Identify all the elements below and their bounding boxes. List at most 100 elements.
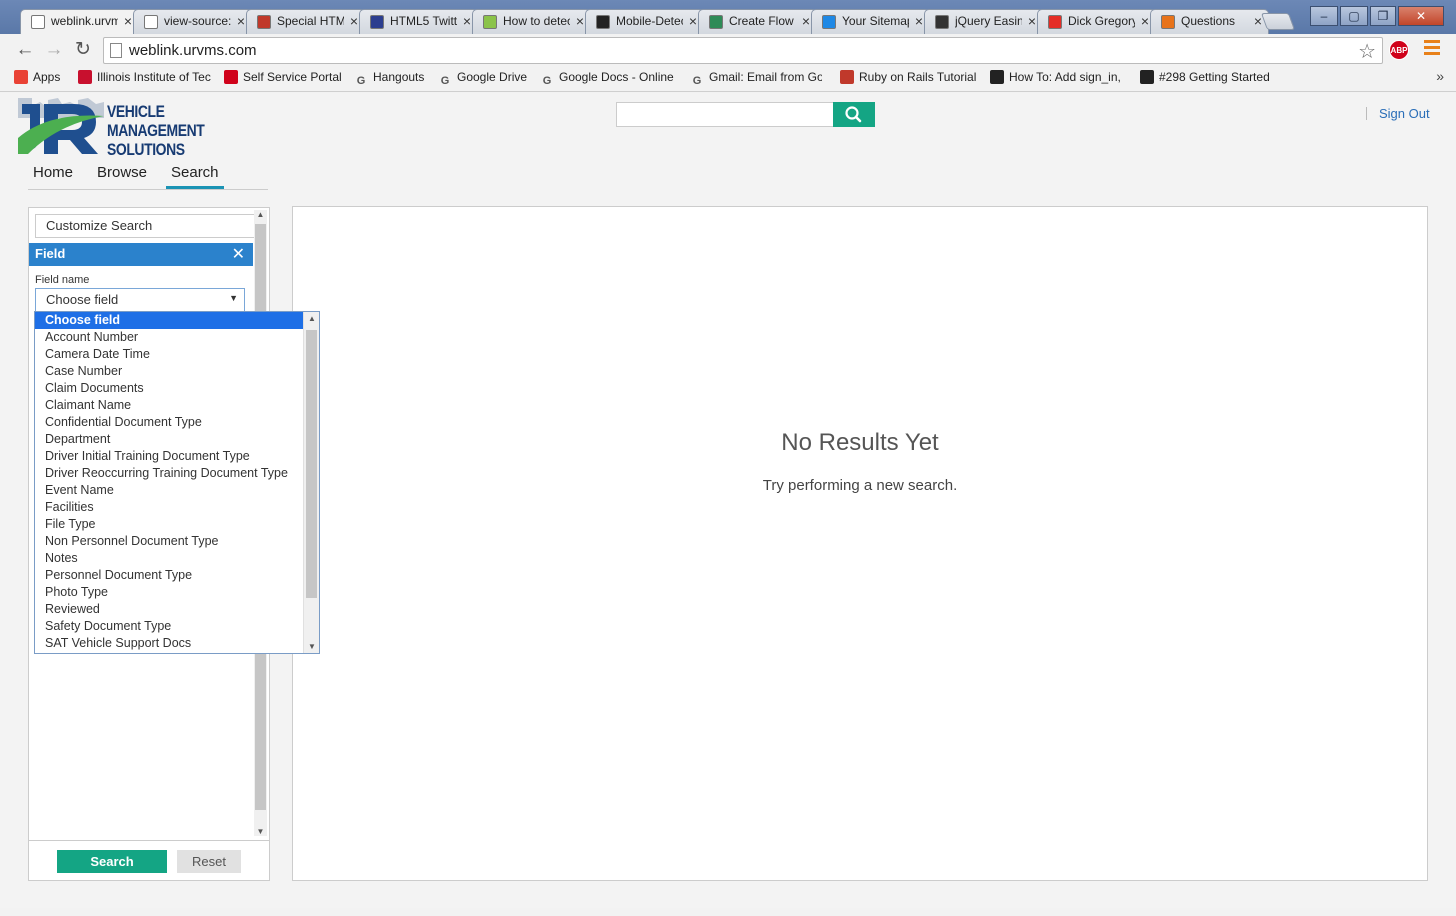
restore-button[interactable]: ❐ (1370, 6, 1396, 26)
tab-close-icon[interactable]: × (1028, 13, 1036, 29)
iit-icon (78, 70, 92, 84)
scroll-up-icon[interactable]: ▲ (254, 210, 267, 219)
tab-favicon-icon (31, 15, 45, 29)
browser-tab[interactable]: HTML5 Twitter × (359, 9, 478, 34)
logo[interactable]: VEHICLE MANAGEMENT SOLUTIONS (18, 98, 218, 159)
browser-tab[interactable]: Dick Gregory × (1037, 9, 1156, 34)
field-option[interactable]: Confidential Document Type (35, 414, 303, 431)
browser-tab[interactable]: Mobile-Detect × (585, 9, 704, 34)
tab-close-icon[interactable]: × (1254, 13, 1262, 29)
browser-tab[interactable]: view-source: × (133, 9, 252, 34)
minimize-button[interactable]: – (1310, 6, 1338, 26)
field-option[interactable]: Choose field (35, 312, 303, 329)
nav-browse[interactable]: Browse (97, 164, 147, 186)
bookmark-label: Illinois Institute of Tec (97, 70, 211, 84)
field-option[interactable]: Driver Reoccurring Training Document Typ… (35, 465, 303, 482)
github-icon (990, 70, 1004, 84)
field-option[interactable]: Personnel Document Type (35, 567, 303, 584)
tab-close-icon[interactable]: × (915, 13, 923, 29)
browser-tab[interactable]: How to detect × (472, 9, 591, 34)
field-option[interactable]: File Type (35, 516, 303, 533)
field-option[interactable]: Facilities (35, 499, 303, 516)
rails-icon (840, 70, 854, 84)
browser-tab[interactable]: Create Flow × (698, 9, 817, 34)
field-option[interactable]: Reviewed (35, 601, 303, 618)
close-icon[interactable]: ✕ (232, 244, 245, 264)
field-option[interactable]: Event Name (35, 482, 303, 499)
field-option[interactable]: Claimant Name (35, 397, 303, 414)
chevron-right-icon[interactable]: » (1436, 68, 1444, 84)
bookmark-item[interactable]: Self Service Portal (224, 70, 342, 84)
tab-close-icon[interactable]: × (463, 13, 471, 29)
bookmark-item[interactable]: G Hangouts (354, 70, 425, 88)
google-icon: G (356, 75, 366, 87)
field-option[interactable]: Safety Document Type (35, 618, 303, 635)
field-panel-header: Field ✕ (29, 243, 253, 266)
search-button[interactable]: Search (57, 850, 167, 873)
field-option[interactable]: Account Number (35, 329, 303, 346)
tab-close-icon[interactable]: × (689, 13, 697, 29)
bookmark-item[interactable]: How To: Add sign_in, (990, 70, 1121, 84)
close-window-button[interactable]: ✕ (1398, 6, 1444, 26)
top-search-button[interactable] (833, 102, 875, 127)
tab-close-icon[interactable]: × (350, 13, 358, 29)
field-option[interactable]: Driver Initial Training Document Type (35, 448, 303, 465)
bookmarks-bar: Apps Illinois Institute of Tec Self Servic… (0, 66, 1456, 92)
no-results-message: Try performing a new search. (762, 477, 958, 494)
options-scrollbar[interactable]: ▲ ▼ (303, 312, 319, 653)
bookmark-item[interactable]: Illinois Institute of Tec (78, 70, 211, 84)
reload-icon[interactable]: ↻ (72, 39, 94, 61)
sign-out-link[interactable]: Sign Out (1366, 107, 1430, 120)
nav-home[interactable]: Home (33, 164, 73, 186)
bookmark-item[interactable]: G Google Docs - Online (540, 70, 674, 88)
scroll-up-icon[interactable]: ▲ (304, 314, 319, 323)
tab-favicon-icon (1048, 15, 1062, 29)
customize-search-select[interactable]: Customize Search (35, 214, 255, 238)
reset-button[interactable]: Reset (177, 850, 241, 873)
bookmark-label: How To: Add sign_in, (1009, 70, 1121, 84)
tab-close-icon[interactable]: × (802, 13, 810, 29)
bookmark-item[interactable]: G Gmail: Email from Goo (690, 70, 822, 88)
tab-favicon-icon (257, 15, 271, 29)
railscasts-icon (1140, 70, 1154, 84)
bookmark-item[interactable]: G Google Drive (438, 70, 527, 88)
field-option[interactable]: Claim Documents (35, 380, 303, 397)
bookmark-item[interactable]: Apps (14, 70, 60, 84)
field-option[interactable]: Photo Type (35, 584, 303, 601)
scrollbar-thumb[interactable] (306, 330, 317, 598)
url-text[interactable]: weblink.urvms.com (129, 42, 257, 59)
options-container: Choose field Account Number Camera Date Ti… (35, 312, 319, 652)
adblock-icon[interactable]: ABP (1389, 40, 1409, 60)
new-tab-button[interactable] (1260, 13, 1296, 30)
bookmark-item[interactable]: #298 Getting Started (1140, 70, 1270, 84)
nav-search[interactable]: Search (166, 164, 224, 189)
tab-close-icon[interactable]: × (1141, 13, 1149, 29)
browser-tab[interactable]: weblink.urvms.com × (20, 9, 139, 35)
top-search-input[interactable] (616, 102, 834, 127)
maximize-button[interactable]: ▢ (1340, 6, 1368, 26)
scroll-down-icon[interactable]: ▼ (304, 642, 319, 651)
field-option[interactable]: Camera Date Time (35, 346, 303, 363)
address-bar[interactable]: weblink.urvms.com ☆ (103, 37, 1383, 64)
browser-tab[interactable]: Your Sitemap × (811, 9, 930, 34)
field-option[interactable]: Non Personnel Document Type (35, 533, 303, 550)
chrome-menu-icon[interactable] (1424, 40, 1440, 58)
field-option[interactable]: Notes (35, 550, 303, 567)
browser-tab[interactable]: Special HTML × (246, 9, 365, 34)
field-options-list[interactable]: Choose field Account Number Camera Date Ti… (34, 311, 320, 654)
bookmark-star-icon[interactable]: ☆ (1358, 39, 1376, 64)
browser-tab[interactable]: Questions × (1150, 9, 1269, 34)
field-option[interactable]: Case Number (35, 363, 303, 380)
forward-arrow-icon[interactable]: → (43, 39, 65, 61)
tab-close-icon[interactable]: × (124, 13, 132, 29)
scroll-down-icon[interactable]: ▼ (254, 827, 267, 836)
tab-close-icon[interactable]: × (237, 13, 245, 29)
back-arrow-icon[interactable]: ← (14, 39, 36, 61)
field-name-select[interactable]: Choose field ▼ (35, 288, 245, 312)
adp-icon (224, 70, 238, 84)
bookmark-item[interactable]: Ruby on Rails Tutorial (840, 70, 976, 84)
field-option[interactable]: Department (35, 431, 303, 448)
field-option[interactable]: SAT Vehicle Support Docs (35, 635, 303, 652)
browser-tab[interactable]: jQuery Easing × (924, 9, 1043, 34)
tab-close-icon[interactable]: × (576, 13, 584, 29)
